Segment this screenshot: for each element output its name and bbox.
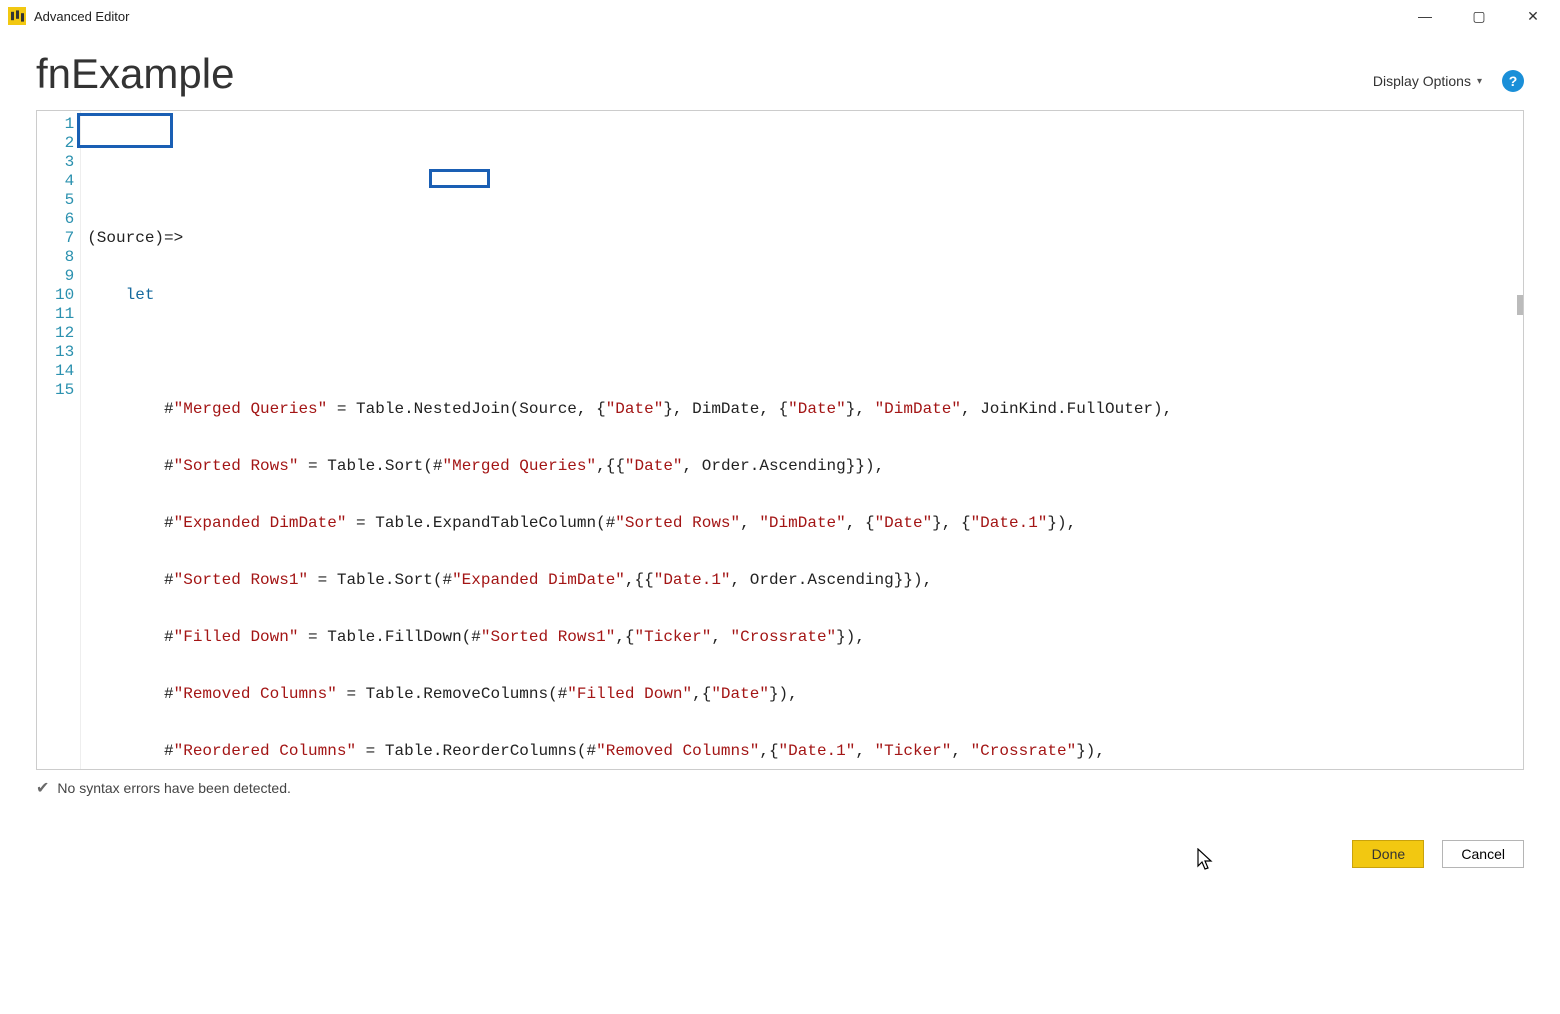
code-token: "Expanded DimDate" [452,571,625,589]
code-token: ,{ [759,742,778,760]
code-token: }, { [932,514,970,532]
line-number: 8 [55,248,74,267]
check-icon: ✔ [36,778,49,798]
code-token: "Date.1" [779,742,856,760]
code-token: "Sorted Rows" [615,514,740,532]
code-token: }), [1076,742,1105,760]
line-number: 1 [55,115,74,134]
line-number: 15 [55,381,74,400]
code-token: , [711,628,730,646]
code-token: "Expanded DimDate" [174,514,347,532]
code-token: "Reordered Columns" [174,742,356,760]
code-area[interactable]: (Source)=> let #"Merged Queries" = Table… [81,111,1523,769]
code-token: "Date" [606,400,664,418]
code-token: , [740,514,759,532]
code-token: "DimDate" [759,514,845,532]
line-number: 6 [55,210,74,229]
code-token: , [951,742,970,760]
code-token: "Filled Down" [567,685,692,703]
line-number: 3 [55,153,74,172]
code-token: }), [769,685,798,703]
code-token: }, [846,400,875,418]
app-icon [8,7,26,25]
window-controls: — ▢ ✕ [1398,0,1560,32]
code-token: "Crossrate" [731,628,837,646]
code-token: "Crossrate" [971,742,1077,760]
code-token: , { [846,514,875,532]
scrollbar-thumb[interactable] [1517,295,1523,315]
code-token: "Merged Queries" [174,400,328,418]
query-name: fnExample [36,50,234,98]
line-number: 11 [55,305,74,324]
code-token: = Table.Sort(# [298,457,442,475]
done-button[interactable]: Done [1352,840,1424,868]
display-options-label: Display Options [1373,73,1471,89]
line-number: 5 [55,191,74,210]
code-token: "Ticker" [635,628,712,646]
code-token: , Order.Ascending}}), [731,571,933,589]
titlebar: Advanced Editor — ▢ ✕ [0,0,1560,32]
code-token: "Removed Columns" [174,685,337,703]
line-number: 9 [55,267,74,286]
dialog-footer: Done Cancel [1352,840,1524,868]
code-token: "Date" [875,514,933,532]
code-token: , Order.Ascending}}), [683,457,885,475]
mouse-cursor-icon [1197,848,1215,872]
code-token: "Sorted Rows1" [481,628,615,646]
code-token: "Sorted Rows1" [174,571,308,589]
code-token: }), [1047,514,1076,532]
chevron-down-icon: ▾ [1477,76,1482,87]
code-token: ,{{ [596,457,625,475]
code-token: "Date.1" [654,571,731,589]
line-number: 4 [55,172,74,191]
code-token: let [126,286,155,304]
code-token: , { [577,400,606,418]
code-token: "DimDate" [875,400,961,418]
code-token: "Date" [625,457,683,475]
code-token: = Table.RemoveColumns(# [337,685,567,703]
status-row: ✔ No syntax errors have been detected. [36,778,1524,798]
code-token: = Table.ExpandTableColumn(# [346,514,615,532]
code-token: ,{ [692,685,711,703]
code-token: ,{ [615,628,634,646]
code-token: = Table.Sort(# [308,571,452,589]
code-token: ,{{ [625,571,654,589]
code-token: = Table.NestedJoin( [327,400,519,418]
code-token: "Removed Columns" [596,742,759,760]
code-token: "Ticker" [875,742,952,760]
highlight-box [429,169,490,188]
code-token: = Table.ReorderColumns(# [356,742,596,760]
code-token: , JoinKind.FullOuter), [961,400,1172,418]
minimize-button[interactable]: — [1398,0,1452,32]
header: fnExample Display Options ▾ ? [0,32,1560,106]
code-token: "Date" [788,400,846,418]
code-token: "Merged Queries" [442,457,596,475]
code-token: "Date" [711,685,769,703]
code-token: , [855,742,874,760]
help-icon[interactable]: ? [1502,70,1524,92]
status-message: No syntax errors have been detected. [57,780,290,796]
code-token: (Source)=> [87,229,183,247]
line-number: 10 [55,286,74,305]
code-token: = Table.FillDown(# [298,628,480,646]
maximize-button[interactable]: ▢ [1452,0,1506,32]
line-number: 12 [55,324,74,343]
line-gutter: 123456789101112131415 [37,111,81,769]
code-token: Source [519,400,577,418]
code-token: "Date.1" [971,514,1048,532]
line-number: 7 [55,229,74,248]
close-button[interactable]: ✕ [1506,0,1560,32]
line-number: 2 [55,134,74,153]
code-token: "Filled Down" [174,628,299,646]
line-number: 13 [55,343,74,362]
display-options-dropdown[interactable]: Display Options ▾ [1373,73,1482,89]
code-token: }, DimDate, { [663,400,788,418]
window-title: Advanced Editor [34,9,129,24]
highlight-box [77,113,173,148]
cancel-button[interactable]: Cancel [1442,840,1524,868]
line-number: 14 [55,362,74,381]
code-token: }), [836,628,865,646]
code-editor[interactable]: 123456789101112131415 (Source)=> let #"M… [36,110,1524,770]
code-token: "Sorted Rows" [174,457,299,475]
